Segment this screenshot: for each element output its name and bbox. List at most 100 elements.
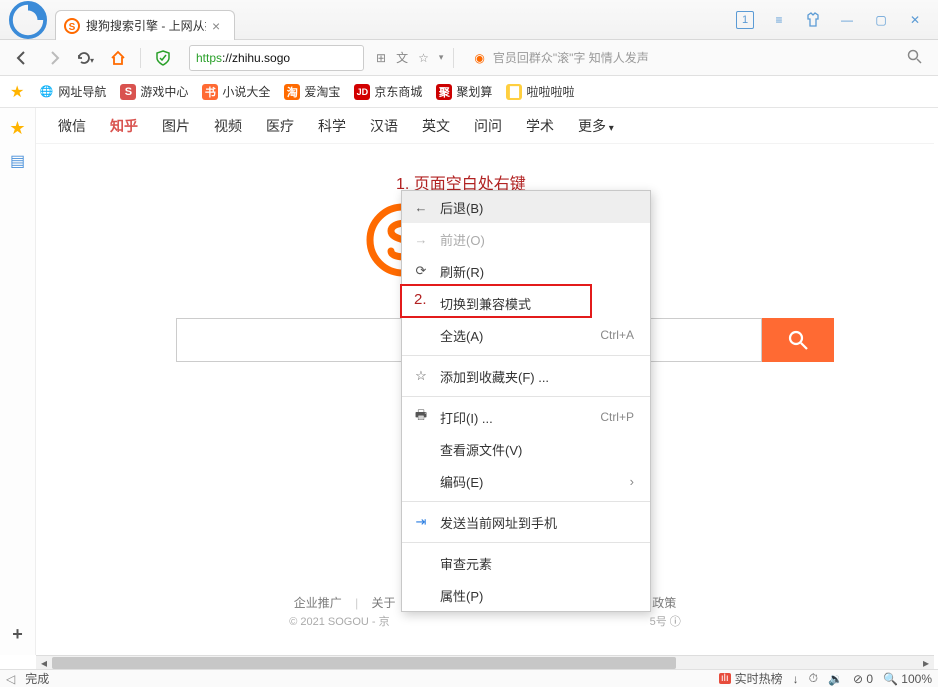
skin-icon[interactable] bbox=[804, 11, 822, 29]
ctx-print[interactable]: 🖶 打印(I) ... Ctrl+P bbox=[402, 401, 650, 433]
home-button[interactable] bbox=[104, 44, 132, 72]
status-zoom[interactable]: 🔍 100% bbox=[883, 672, 932, 686]
star-icon: ☆ bbox=[412, 368, 430, 384]
scroll-right-icon[interactable]: ▸ bbox=[918, 656, 934, 669]
url-input[interactable]: https://zhihu.sogo bbox=[189, 45, 364, 71]
menu-icon[interactable]: ≡ bbox=[770, 11, 788, 29]
nav-item[interactable]: 汉语 bbox=[370, 116, 398, 136]
scroll-thumb[interactable] bbox=[52, 657, 676, 669]
context-menu: ← 后退(B) → 前进(O) ⟳ 刷新(R) 切换到兼容模式 全选(A) Ct… bbox=[401, 190, 651, 612]
ctx-inspect[interactable]: 审查元素 bbox=[402, 547, 650, 579]
nav-item[interactable]: 英文 bbox=[422, 116, 450, 136]
bookmark-label: 啦啦啦啦 bbox=[526, 83, 574, 100]
url-text: https://zhihu.sogo bbox=[196, 51, 290, 65]
bookmark-folder[interactable]: ▇啦啦啦啦 bbox=[506, 83, 574, 100]
translate-icon[interactable]: 文 bbox=[396, 49, 408, 66]
title-bar: S 搜狗搜索引擎 - 上网从搜 × 1 ≡ — ▢ ✕ bbox=[0, 0, 938, 40]
chevron-right-icon: › bbox=[630, 474, 640, 489]
tab-active[interactable]: S 搜狗搜索引擎 - 上网从搜 × bbox=[55, 10, 235, 40]
window-badge[interactable]: 1 bbox=[736, 11, 754, 29]
chevron-down-icon[interactable]: ▾ bbox=[439, 52, 444, 63]
ctx-sendphone[interactable]: ⇥ 发送当前网址到手机 bbox=[402, 506, 650, 538]
status-block[interactable]: ⊘ 0 bbox=[853, 672, 873, 686]
footer-link[interactable]: 企业推广 bbox=[294, 596, 342, 610]
status-speed[interactable]: ⏱ bbox=[809, 671, 818, 686]
bookmark-item[interactable]: JD京东商城 bbox=[354, 83, 422, 100]
folder-icon: ▇ bbox=[506, 84, 522, 100]
star-outline-icon[interactable]: ☆ bbox=[418, 51, 429, 65]
bookmark-item[interactable]: 聚聚划算 bbox=[436, 83, 492, 100]
nav-item[interactable]: 科学 bbox=[318, 116, 346, 136]
ctx-label: 打印(I) ... bbox=[440, 408, 590, 427]
nav-item[interactable]: 学术 bbox=[526, 116, 554, 136]
status-arrow-icon[interactable]: ◁ bbox=[6, 672, 15, 686]
nav-item[interactable]: 图片 bbox=[162, 116, 190, 136]
nav-item[interactable]: 医疗 bbox=[266, 116, 294, 136]
footer-link[interactable]: 关于 bbox=[372, 596, 396, 610]
bookmark-star-icon[interactable]: ★ bbox=[10, 82, 24, 102]
ctx-refresh[interactable]: ⟳ 刷新(R) bbox=[402, 255, 650, 287]
ctx-back[interactable]: ← 后退(B) bbox=[402, 191, 650, 223]
ctx-label: 添加到收藏夹(F) ... bbox=[440, 367, 640, 386]
bookmark-item[interactable]: 🌐网址导航 bbox=[38, 83, 106, 100]
reading-icon[interactable]: ▤ bbox=[10, 151, 25, 171]
tab-title: 搜狗搜索引擎 - 上网从搜 bbox=[86, 17, 206, 34]
search-icon[interactable] bbox=[907, 49, 930, 67]
tab-favicon: S bbox=[64, 18, 80, 34]
footer-link[interactable]: 政策 bbox=[652, 596, 676, 610]
page-viewport: 微信 知乎 图片 视频 医疗 科学 汉语 英文 问问 学术 更多 1. 页面空白… bbox=[36, 108, 934, 655]
new-tab-icon[interactable]: + bbox=[12, 624, 23, 645]
window-controls: 1 ≡ — ▢ ✕ bbox=[722, 0, 938, 39]
search-button[interactable] bbox=[762, 318, 834, 362]
taobao-icon: 淘 bbox=[284, 84, 300, 100]
bookmark-item[interactable]: 淘爱淘宝 bbox=[284, 83, 340, 100]
favorites-icon[interactable]: ★ bbox=[9, 118, 25, 139]
qrcode-icon[interactable]: ⊞ bbox=[376, 51, 386, 65]
ctx-selectall[interactable]: 全选(A) Ctrl+A bbox=[402, 319, 650, 351]
bookmark-label: 网址导航 bbox=[58, 83, 106, 100]
minimize-icon[interactable]: — bbox=[838, 11, 856, 29]
shield-icon[interactable] bbox=[149, 44, 177, 72]
tab-close-icon[interactable]: × bbox=[212, 18, 220, 34]
nav-item[interactable]: 问问 bbox=[474, 116, 502, 136]
horizontal-scrollbar[interactable]: ◂ ▸ bbox=[36, 655, 934, 669]
forward-button[interactable] bbox=[40, 44, 68, 72]
page-footer-links: 企业推广 | 关于 政策 bbox=[36, 594, 934, 611]
ctx-label: 刷新(R) bbox=[440, 262, 640, 281]
ctx-label: 后退(B) bbox=[440, 198, 640, 217]
status-hot[interactable]: ılı实时热榜 bbox=[719, 670, 783, 687]
nav-item-more[interactable]: 更多 bbox=[578, 116, 614, 136]
site-nav: 微信 知乎 图片 视频 医疗 科学 汉语 英文 问问 学术 更多 bbox=[36, 108, 934, 144]
forward-arrow-icon: → bbox=[412, 232, 430, 247]
jd-icon: JD bbox=[354, 84, 370, 100]
bookmark-item[interactable]: 书小说大全 bbox=[202, 83, 270, 100]
ctx-separator bbox=[402, 501, 650, 502]
ctx-label: 查看源文件(V) bbox=[440, 440, 640, 459]
ctx-separator bbox=[402, 542, 650, 543]
search-hint-box[interactable]: ◉ 官员回群众"滚"字 知情人发声 bbox=[464, 49, 930, 67]
browser-logo bbox=[0, 0, 55, 39]
hint-icon: ◉ bbox=[474, 51, 484, 65]
refresh-icon: ⟳ bbox=[412, 263, 430, 279]
ctx-compat-mode[interactable]: 切换到兼容模式 bbox=[402, 287, 650, 319]
bookmark-label: 京东商城 bbox=[374, 83, 422, 100]
back-button[interactable] bbox=[8, 44, 36, 72]
status-mute-icon[interactable]: 🔉 bbox=[828, 672, 843, 686]
scroll-left-icon[interactable]: ◂ bbox=[36, 656, 52, 669]
nav-item[interactable]: 微信 bbox=[58, 116, 86, 136]
ctx-addfav[interactable]: ☆ 添加到收藏夹(F) ... bbox=[402, 360, 650, 392]
ctx-viewsource[interactable]: 查看源文件(V) bbox=[402, 433, 650, 465]
maximize-icon[interactable]: ▢ bbox=[872, 11, 890, 29]
page-copyright: © 2021 SOGOU - 京5号 ⓘ bbox=[36, 613, 934, 629]
nav-item-active[interactable]: 知乎 bbox=[110, 116, 138, 136]
ctx-label: 审查元素 bbox=[440, 554, 640, 573]
novel-icon: 书 bbox=[202, 84, 218, 100]
phone-icon: ⇥ bbox=[412, 514, 430, 530]
close-window-icon[interactable]: ✕ bbox=[906, 11, 924, 29]
bookmark-item[interactable]: S游戏中心 bbox=[120, 83, 188, 100]
ctx-encoding[interactable]: 编码(E) › bbox=[402, 465, 650, 497]
scroll-track[interactable] bbox=[52, 656, 918, 669]
nav-item[interactable]: 视频 bbox=[214, 116, 242, 136]
status-download[interactable]: ↓ bbox=[793, 672, 799, 686]
reload-button[interactable]: ▾ bbox=[72, 44, 100, 72]
